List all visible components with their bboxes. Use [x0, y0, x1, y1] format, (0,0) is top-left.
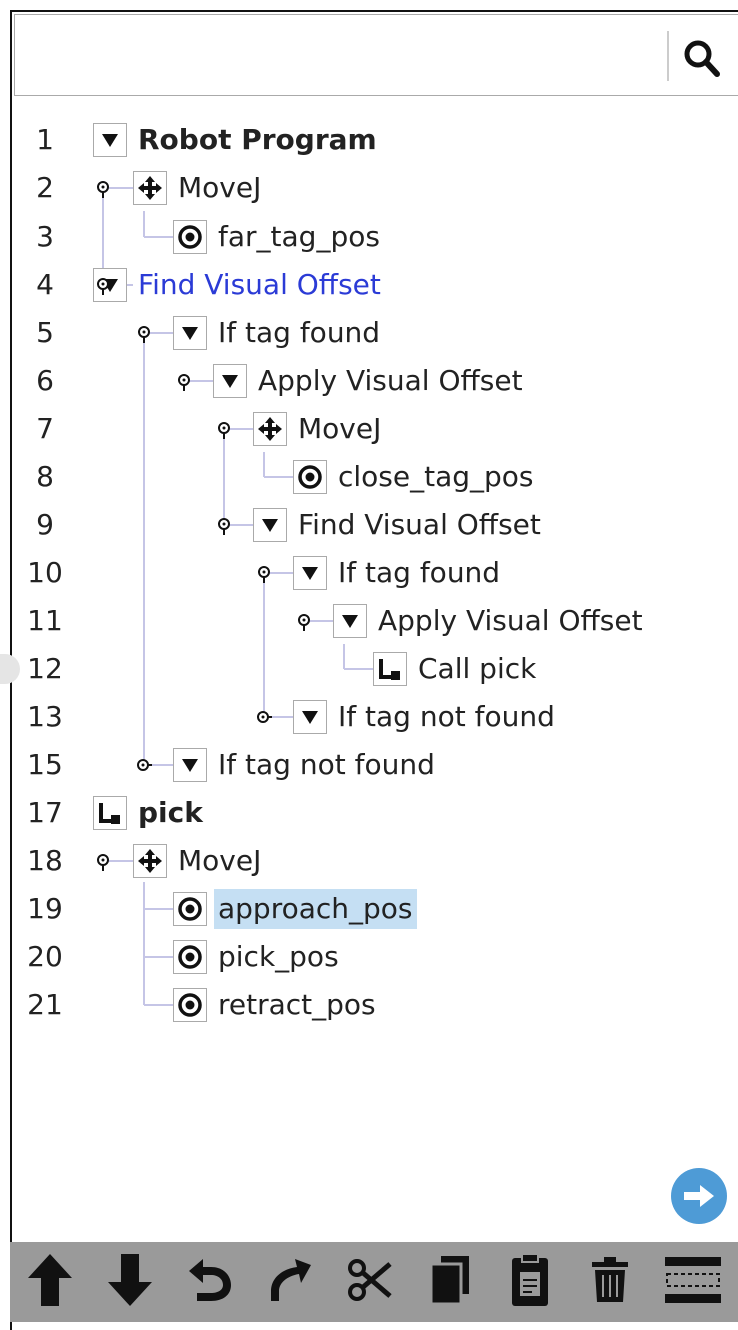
collapse-triangle-icon[interactable] — [173, 316, 207, 350]
line-number: 8 — [36, 460, 54, 493]
line-number: 10 — [27, 556, 63, 589]
expanded-node-pin-icon[interactable] — [95, 853, 111, 873]
tree-node-label[interactable]: Call pick — [418, 649, 536, 689]
program-tree: 1 Robot Program 2 MoveJ 3 far_tag_pos 4 Find Vi… — [0, 0, 738, 1100]
line-number: 13 — [27, 700, 63, 733]
move-up-icon — [26, 1252, 74, 1312]
tree-node-label[interactable]: MoveJ — [178, 841, 261, 881]
copy-button[interactable] — [420, 1242, 480, 1322]
tree-node-label[interactable]: pick — [138, 793, 203, 833]
line-number: 15 — [27, 748, 63, 781]
expanded-node-pin-icon[interactable] — [296, 613, 312, 633]
tree-node-label[interactable]: MoveJ — [178, 168, 261, 208]
expanded-node-pin-icon[interactable] — [216, 421, 232, 441]
toolbar — [10, 1242, 738, 1322]
tree-node-label[interactable]: MoveJ — [298, 409, 381, 449]
expanded-node-pin-icon[interactable] — [176, 373, 192, 393]
suppress-button[interactable] — [658, 1242, 728, 1322]
tree-connector-lines — [102, 187, 373, 1006]
line-number: 3 — [36, 220, 54, 253]
collapse-triangle-icon[interactable] — [93, 123, 127, 157]
redo-button[interactable] — [260, 1242, 320, 1322]
collapse-triangle-icon[interactable] — [293, 700, 327, 734]
move-down-button[interactable] — [100, 1242, 160, 1322]
line-number: 11 — [27, 604, 63, 637]
expanded-node-pin-icon[interactable] — [95, 180, 111, 200]
line-number: 18 — [27, 844, 63, 877]
collapse-triangle-icon[interactable] — [173, 748, 207, 782]
subprogram-icon — [373, 652, 407, 686]
collapsed-node-pin-icon[interactable] — [136, 757, 152, 777]
tree-node-label[interactable]: If tag found — [338, 553, 500, 593]
tree-node-label[interactable]: Find Visual Offset — [138, 265, 381, 305]
expanded-node-pin-icon[interactable] — [95, 277, 111, 297]
move-up-button[interactable] — [20, 1242, 80, 1322]
tree-node-label[interactable]: pick_pos — [218, 937, 339, 977]
paste-icon — [510, 1252, 550, 1312]
collapse-triangle-icon[interactable] — [213, 364, 247, 398]
tree-node-label[interactable]: If tag not found — [218, 745, 435, 785]
move-down-icon — [106, 1252, 154, 1312]
line-number: 4 — [36, 268, 54, 301]
tree-node-label[interactable]: Find Visual Offset — [298, 505, 541, 545]
suppress-icon — [664, 1256, 722, 1308]
move-arrows-icon — [253, 412, 287, 446]
tree-node-label[interactable]: close_tag_pos — [338, 457, 534, 497]
line-number: 20 — [27, 940, 63, 973]
line-number: 12 — [27, 652, 63, 685]
delete-icon — [590, 1256, 630, 1308]
undo-icon — [185, 1257, 235, 1307]
tree-node-label[interactable]: Apply Visual Offset — [378, 601, 643, 641]
waypoint-icon — [293, 460, 327, 494]
line-number: 19 — [27, 892, 63, 925]
line-number: 5 — [36, 316, 54, 349]
line-number: 17 — [27, 796, 63, 829]
tree-node-label[interactable]: If tag found — [218, 313, 380, 353]
tree-node-label[interactable]: far_tag_pos — [218, 217, 380, 257]
line-number: 6 — [36, 364, 54, 397]
line-number: 7 — [36, 412, 54, 445]
line-number: 1 — [36, 123, 54, 156]
expanded-node-pin-icon[interactable] — [216, 517, 232, 537]
copy-icon — [429, 1254, 471, 1310]
tree-node-label[interactable]: Apply Visual Offset — [258, 361, 523, 401]
collapsed-node-pin-icon[interactable] — [256, 709, 272, 729]
delete-button[interactable] — [580, 1242, 640, 1322]
paste-button[interactable] — [500, 1242, 560, 1322]
waypoint-icon — [173, 988, 207, 1022]
subprogram-icon — [93, 796, 127, 830]
waypoint-icon — [173, 892, 207, 926]
line-number: 9 — [36, 508, 54, 541]
move-arrows-icon — [133, 171, 167, 205]
tree-node-label[interactable]: retract_pos — [218, 985, 376, 1025]
line-number: 2 — [36, 171, 54, 204]
tree-node-label[interactable]: Robot Program — [138, 120, 377, 160]
expanded-node-pin-icon[interactable] — [256, 565, 272, 585]
tree-node-label[interactable]: If tag not found — [338, 697, 555, 737]
line-number: 21 — [27, 988, 63, 1021]
waypoint-icon — [173, 220, 207, 254]
next-arrow-button[interactable] — [671, 1168, 727, 1224]
cut-button[interactable] — [340, 1242, 400, 1322]
tree-node-label[interactable]: approach_pos — [214, 889, 417, 929]
cut-icon — [346, 1256, 394, 1308]
collapse-triangle-icon[interactable] — [333, 604, 367, 638]
undo-button[interactable] — [180, 1242, 240, 1322]
collapse-triangle-icon[interactable] — [293, 556, 327, 590]
waypoint-icon — [173, 940, 207, 974]
redo-icon — [265, 1257, 315, 1307]
collapse-triangle-icon[interactable] — [253, 508, 287, 542]
expanded-node-pin-icon[interactable] — [136, 325, 152, 345]
move-arrows-icon — [133, 844, 167, 878]
